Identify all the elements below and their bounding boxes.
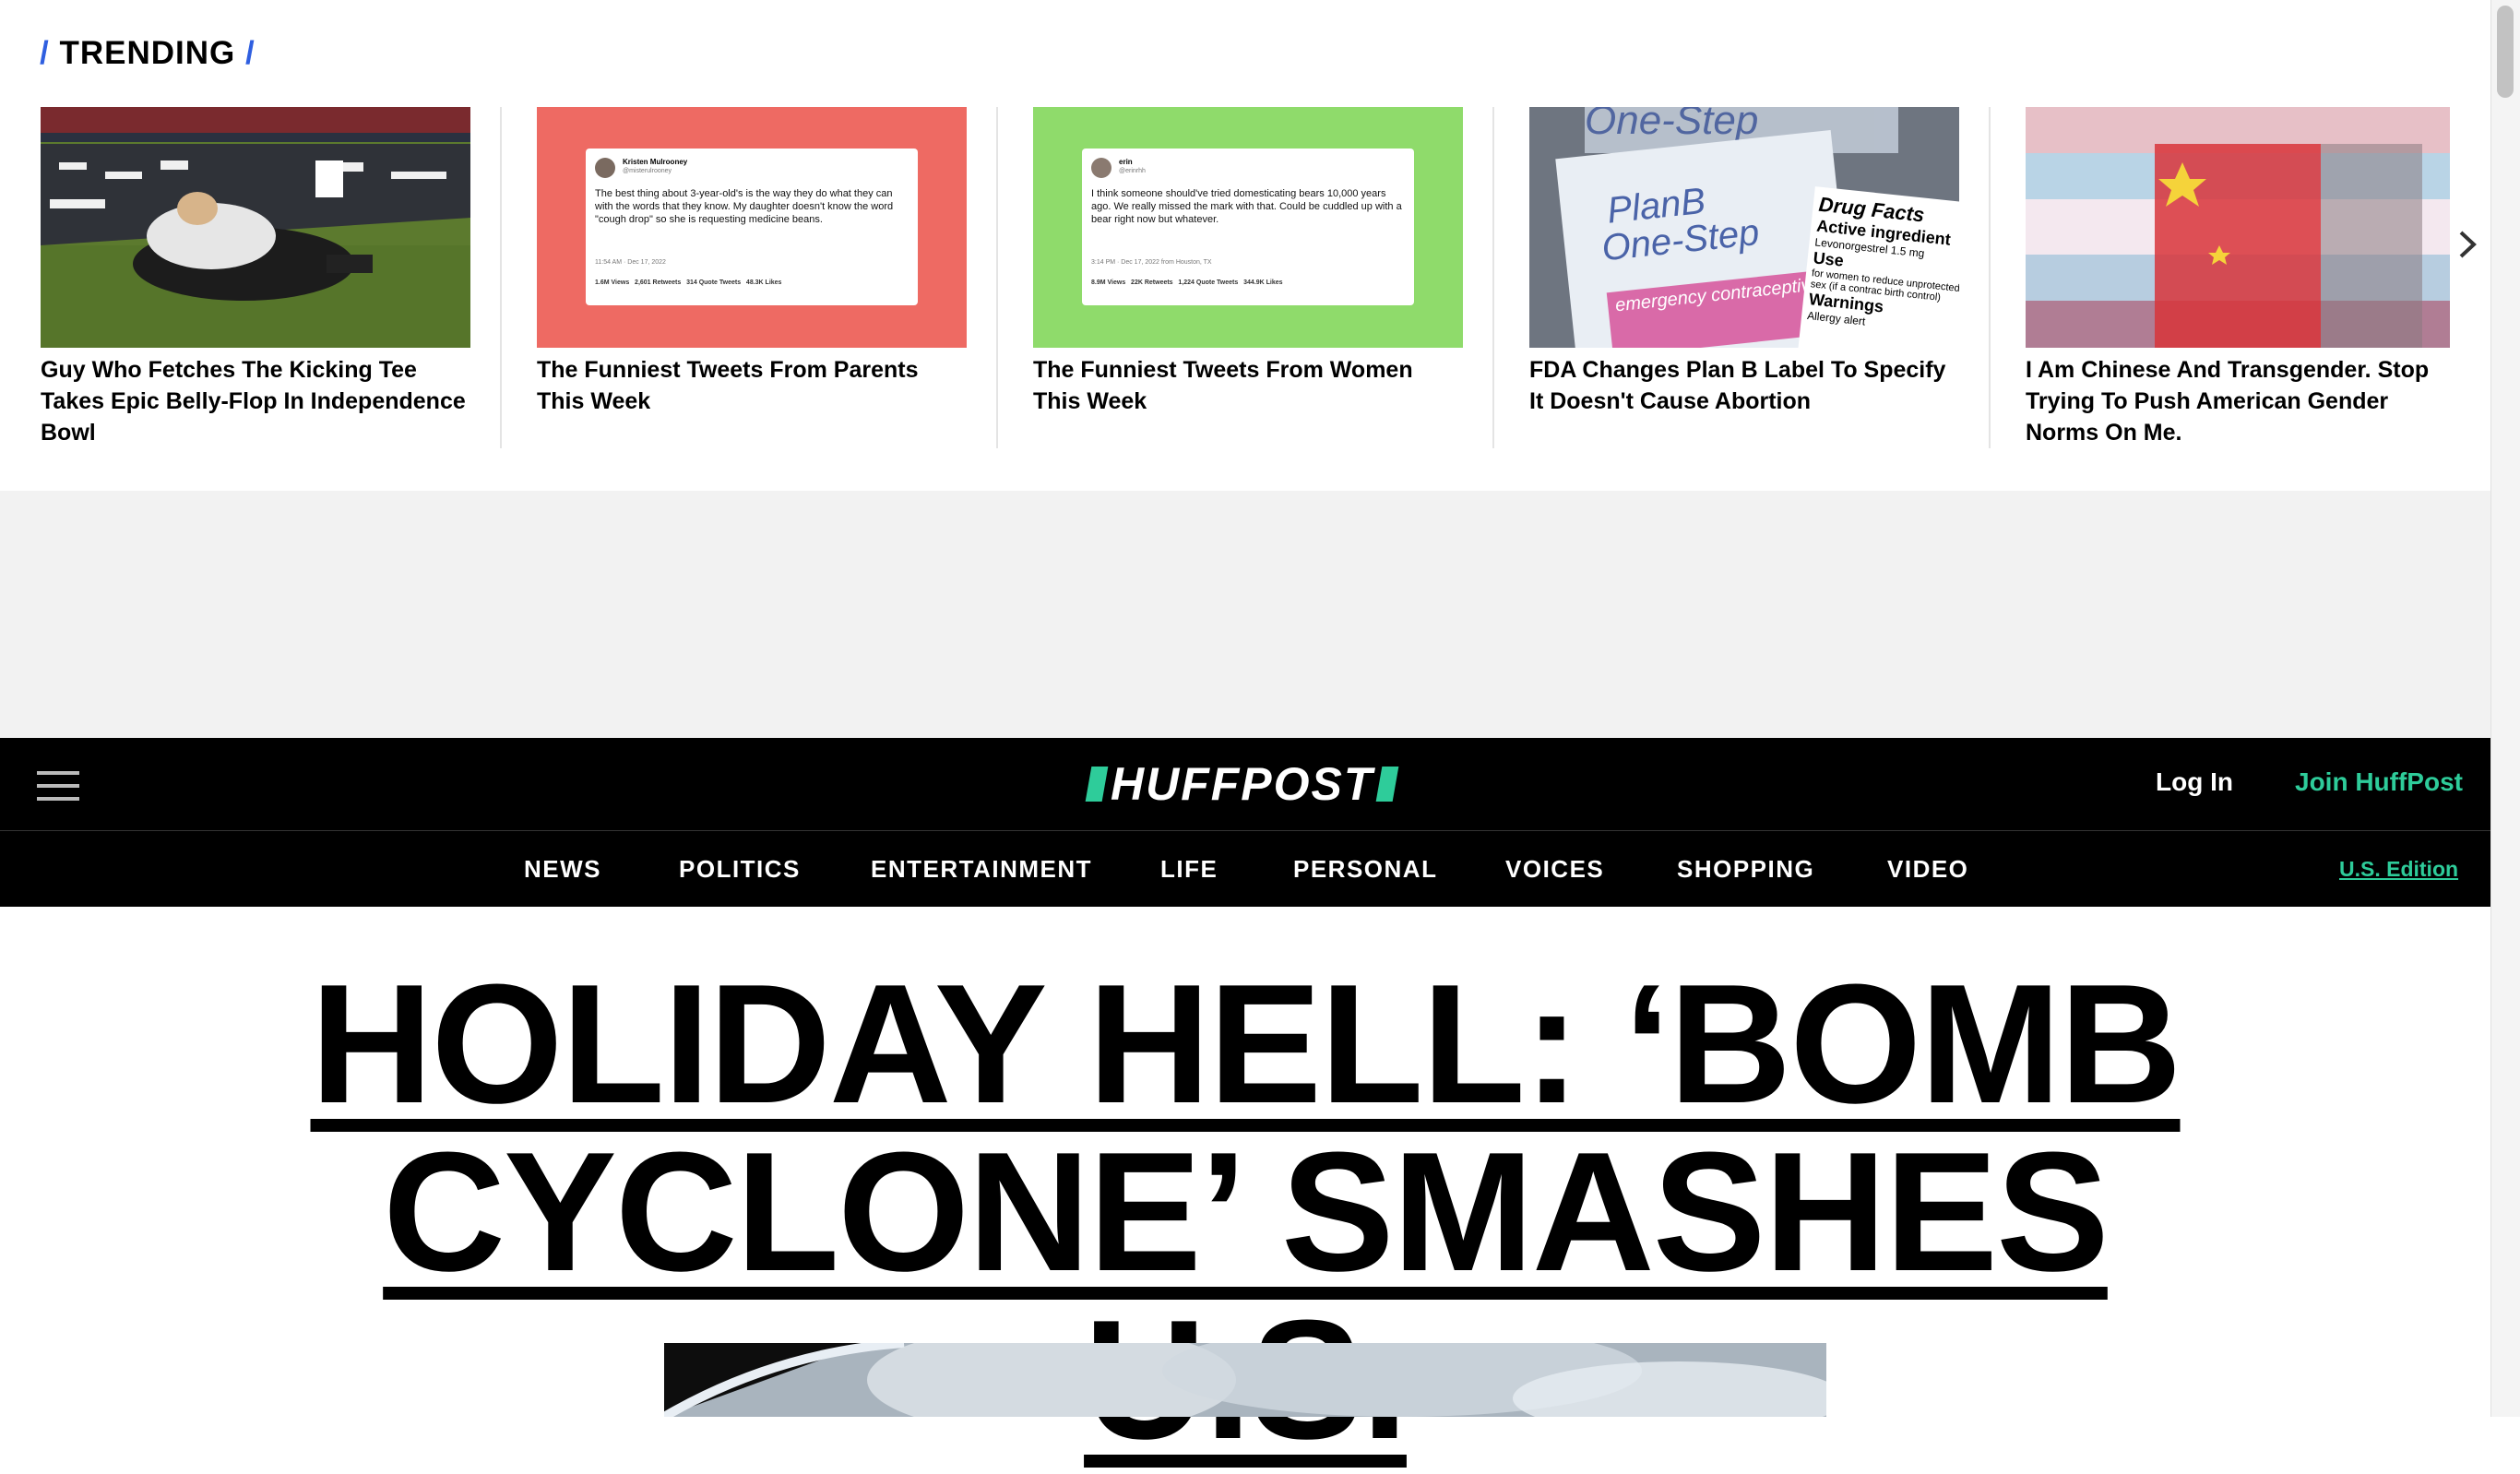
card-divider bbox=[996, 107, 998, 448]
tweet-meta: 3:14 PM · Dec 17, 2022 from Houston, TX bbox=[1091, 259, 1212, 266]
nav-entertainment[interactable]: ENTERTAINMENT bbox=[871, 855, 1092, 884]
avatar bbox=[1091, 158, 1111, 178]
hamburger-menu-icon[interactable] bbox=[37, 771, 79, 801]
tweet-author: Kristen Mulrooney bbox=[623, 158, 688, 166]
card-divider bbox=[1492, 107, 1494, 448]
trending-title: TRENDING bbox=[59, 35, 236, 71]
card-image-tweet[interactable]: Kristen Mulrooney @misterulrooney The be… bbox=[537, 107, 967, 348]
card-image-planb-box[interactable]: One-Step PlanB One-Step emergency contra… bbox=[1529, 107, 1959, 348]
card-headline[interactable]: FDA Changes Plan B Label To Specify It D… bbox=[1529, 354, 1959, 417]
slash-decoration: / bbox=[40, 35, 50, 71]
chevron-right-icon[interactable] bbox=[2454, 221, 2481, 267]
hero-satellite-image[interactable] bbox=[664, 1343, 1826, 1417]
card-headline[interactable]: Guy Who Fetches The Kicking Tee Takes Ep… bbox=[41, 354, 470, 448]
scrollbar-thumb[interactable] bbox=[2497, 6, 2514, 98]
ad-placeholder bbox=[0, 491, 2490, 738]
nav-voices[interactable]: VOICES bbox=[1505, 855, 1604, 884]
nav-personal[interactable]: PERSONAL bbox=[1293, 855, 1437, 884]
main-headline-line1: HOLIDAY HELL: ‘BOMB bbox=[310, 948, 2182, 1138]
nav-life[interactable]: LIFE bbox=[1160, 855, 1218, 884]
card-image-football-field[interactable] bbox=[41, 107, 470, 348]
trending-card[interactable]: I Am Chinese And Transgender. Stop Tryin… bbox=[2026, 107, 2450, 448]
card-divider bbox=[500, 107, 502, 448]
card-image-flags[interactable] bbox=[2026, 107, 2450, 348]
section-nav: NEWS POLITICS ENTERTAINMENT LIFE PERSONA… bbox=[0, 830, 2490, 907]
tweet-author: erin bbox=[1119, 158, 1133, 166]
trending-card[interactable]: One-Step PlanB One-Step emergency contra… bbox=[1529, 107, 1959, 448]
card-headline[interactable]: The Funniest Tweets From Parents This We… bbox=[537, 354, 967, 417]
tweet-text: The best thing about 3-year-old's is the… bbox=[595, 188, 894, 225]
trending-card[interactable]: Guy Who Fetches The Kicking Tee Takes Ep… bbox=[41, 107, 470, 448]
join-link[interactable]: Join HuffPost bbox=[2295, 767, 2463, 797]
main-headline-line2: CYCLONE’ SMASHES U.S. bbox=[383, 1116, 2110, 1464]
slash-decoration: / bbox=[244, 35, 256, 71]
trending-section: / TRENDING / Guy Who Fetches The Kicking… bbox=[0, 0, 2490, 491]
card-image-tweet[interactable]: erin @erinrhh I think someone should've … bbox=[1033, 107, 1463, 348]
tweet-stats: 1.6M Views 2,601 Retweets 314 Quote Twee… bbox=[595, 279, 782, 286]
nav-video[interactable]: VIDEO bbox=[1887, 855, 1968, 884]
tweet-stats: 8.9M Views 22K Retweets 1,224 Quote Twee… bbox=[1091, 279, 1283, 286]
logo-text: HUFFPOST bbox=[1111, 758, 1374, 810]
nav-politics[interactable]: POLITICS bbox=[679, 855, 801, 884]
tweet-handle: @misterulrooney bbox=[623, 168, 672, 174]
tweet-card: erin @erinrhh I think someone should've … bbox=[1082, 149, 1414, 305]
trending-card[interactable]: Kristen Mulrooney @misterulrooney The be… bbox=[537, 107, 967, 448]
card-headline[interactable]: I Am Chinese And Transgender. Stop Tryin… bbox=[2026, 354, 2450, 448]
tweet-meta: 11:54 AM · Dec 17, 2022 bbox=[595, 259, 666, 266]
drug-facts-panel: Drug Facts Active ingredient Levonorgest… bbox=[1798, 186, 1959, 348]
card-divider bbox=[1989, 107, 1991, 448]
huffpost-logo[interactable]: HUFFPOST bbox=[1085, 758, 1399, 810]
avatar bbox=[595, 158, 615, 178]
login-link[interactable]: Log In bbox=[2156, 767, 2233, 797]
tweet-card: Kristen Mulrooney @misterulrooney The be… bbox=[586, 149, 918, 305]
tweet-handle: @erinrhh bbox=[1119, 168, 1146, 174]
trending-heading: / TRENDING / bbox=[40, 35, 256, 72]
trending-card[interactable]: erin @erinrhh I think someone should've … bbox=[1033, 107, 1463, 448]
page-scrollbar[interactable] bbox=[2490, 0, 2520, 1417]
site-header: HUFFPOST Log In Join HuffPost bbox=[0, 738, 2490, 830]
edition-selector[interactable]: U.S. Edition bbox=[2339, 857, 2458, 882]
card-headline[interactable]: The Funniest Tweets From Women This Week bbox=[1033, 354, 1463, 417]
tweet-text: I think someone should've tried domestic… bbox=[1091, 188, 1402, 225]
nav-shopping[interactable]: SHOPPING bbox=[1677, 855, 1814, 884]
logo-left-bar bbox=[1085, 767, 1109, 802]
logo-right-bar bbox=[1376, 767, 1399, 802]
nav-news[interactable]: NEWS bbox=[524, 855, 601, 884]
